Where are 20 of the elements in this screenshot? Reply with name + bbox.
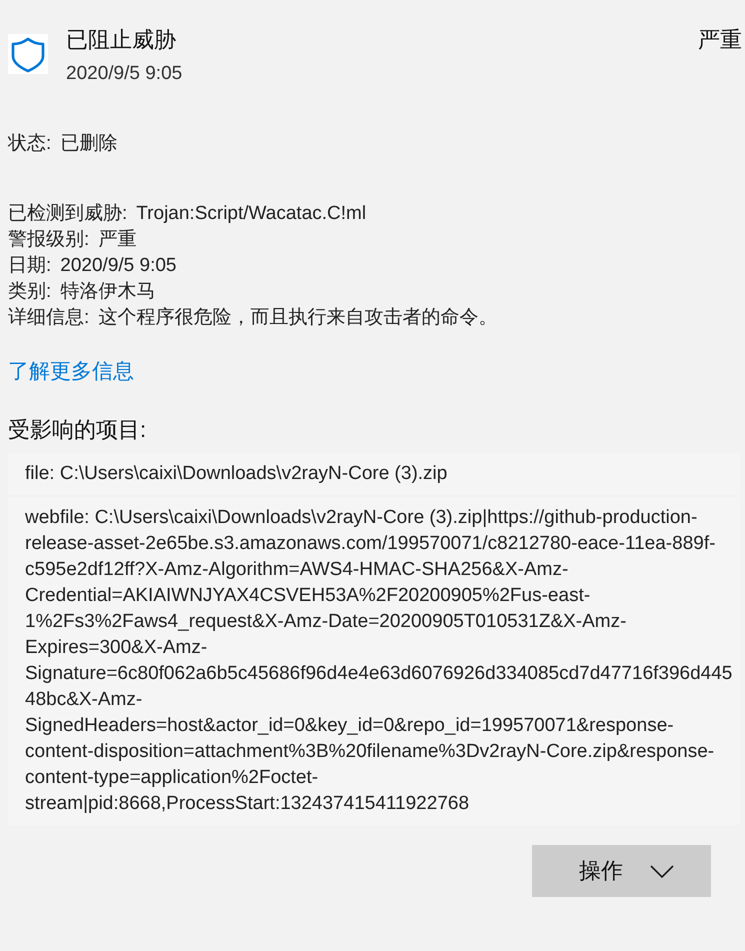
detail-value: 特洛伊木马 <box>60 280 156 304</box>
threat-title: 已阻止威胁 <box>66 26 177 54</box>
detail-value: 严重 <box>98 228 136 252</box>
status-label: 状态: <box>8 132 52 156</box>
detail-label: 警报级别: <box>8 228 90 252</box>
actions-button[interactable]: 操作 <box>532 845 711 897</box>
status-value: 已删除 <box>60 132 118 156</box>
severity-label: 严重 <box>698 26 742 54</box>
affected-items-heading: 受影响的项目: <box>8 416 148 444</box>
detail-label: 日期: <box>8 254 52 278</box>
detail-label: 详细信息: <box>8 306 90 330</box>
learn-more-link[interactable]: 了解更多信息 <box>8 360 134 383</box>
detail-label: 已检测到威胁: <box>8 202 128 226</box>
chevron-down-icon <box>650 864 674 878</box>
detail-label: 类别: <box>8 280 52 304</box>
shield-icon <box>8 34 48 74</box>
detail-value: Trojan:Script/Wacatac.C!ml <box>136 202 366 226</box>
threat-date: 2020/9/5 9:05 <box>66 62 184 86</box>
detail-value: 这个程序很危险，而且执行来自攻击者的命令。 <box>98 306 498 330</box>
detail-value: 2020/9/5 9:05 <box>60 254 176 278</box>
